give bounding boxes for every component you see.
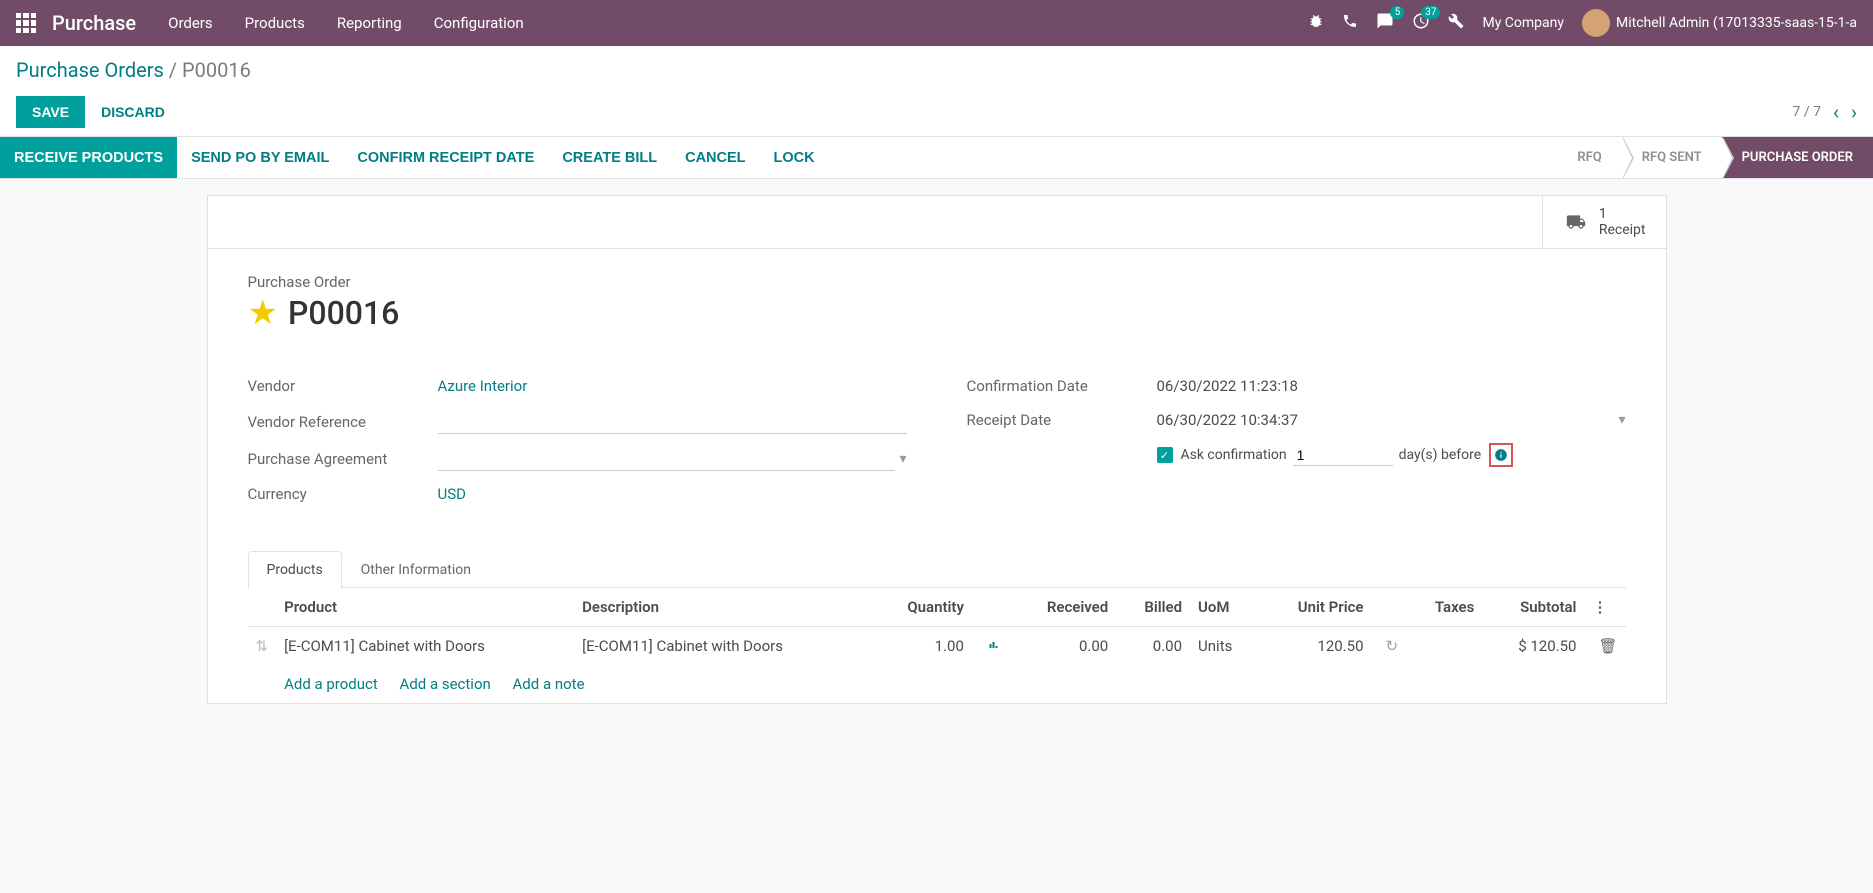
discard-button[interactable]: DISCARD xyxy=(101,104,165,120)
confirm-date-label: Confirmation Date xyxy=(967,377,1157,395)
cell-taxes[interactable] xyxy=(1406,627,1482,666)
vendor-ref-label: Vendor Reference xyxy=(248,413,438,431)
user-name: Mitchell Admin (17013335-saas-15-1-a xyxy=(1616,15,1857,31)
pager-next-icon[interactable]: › xyxy=(1851,100,1857,124)
agreement-label: Purchase Agreement xyxy=(248,450,438,468)
cell-description[interactable]: [E-COM11] Cabinet with Doors xyxy=(574,627,872,666)
days-input[interactable] xyxy=(1293,445,1393,466)
breadcrumb: Purchase Orders / P00016 xyxy=(16,58,1857,82)
cell-quantity[interactable]: 1.00 xyxy=(872,627,972,666)
status-purchase-order[interactable]: PURCHASE ORDER xyxy=(1722,137,1873,178)
chat-icon[interactable]: 5 xyxy=(1376,12,1394,34)
save-button[interactable]: SAVE xyxy=(16,96,85,128)
vendor-ref-input[interactable] xyxy=(438,409,907,434)
forecast-icon[interactable] xyxy=(986,637,1002,655)
activity-icon[interactable]: 37 xyxy=(1412,12,1430,34)
col-subtotal: Subtotal xyxy=(1482,588,1584,627)
status-rfq-sent[interactable]: RFQ SENT xyxy=(1622,137,1722,178)
col-description: Description xyxy=(574,588,872,627)
col-quantity: Quantity xyxy=(872,588,972,627)
receipt-date-label: Receipt Date xyxy=(967,411,1157,429)
cell-subtotal: $ 120.50 xyxy=(1482,627,1584,666)
cell-billed: 0.00 xyxy=(1116,627,1190,666)
po-number: P00016 xyxy=(288,294,399,332)
create-bill-button[interactable]: CREATE BILL xyxy=(548,137,671,178)
pager: 7 / 7 ‹ › xyxy=(1793,100,1858,124)
menu-products[interactable]: Products xyxy=(245,14,305,32)
status-rfq[interactable]: RFQ xyxy=(1557,137,1621,178)
avatar xyxy=(1582,9,1610,37)
table-row[interactable]: ⇅ [E-COM11] Cabinet with Doors [E-COM11]… xyxy=(248,627,1626,666)
cell-product[interactable]: [E-COM11] Cabinet with Doors xyxy=(276,627,574,666)
cell-received: 0.00 xyxy=(1010,627,1116,666)
currency-value[interactable]: USD xyxy=(438,485,907,503)
star-icon[interactable]: ★ xyxy=(248,293,278,333)
company-selector[interactable]: My Company xyxy=(1482,15,1564,31)
vendor-label: Vendor xyxy=(248,377,438,395)
receive-products-button[interactable]: RECEIVE PRODUCTS xyxy=(0,137,177,178)
phone-icon[interactable] xyxy=(1342,13,1358,33)
app-brand[interactable]: Purchase xyxy=(52,11,136,35)
activity-badge: 37 xyxy=(1421,6,1440,19)
col-taxes: Taxes xyxy=(1406,588,1482,627)
menu-configuration[interactable]: Configuration xyxy=(434,14,524,32)
add-product-link[interactable]: Add a product xyxy=(284,675,378,693)
pager-prev-icon[interactable]: ‹ xyxy=(1833,100,1839,124)
currency-label: Currency xyxy=(248,485,438,503)
col-received: Received xyxy=(1010,588,1116,627)
tabs: Products Other Information xyxy=(248,551,1626,588)
form-sheet: 1 Receipt Purchase Order ★ P00016 Vendor… xyxy=(207,195,1667,704)
send-po-email-button[interactable]: SEND PO BY EMAIL xyxy=(177,137,343,178)
apps-icon[interactable] xyxy=(16,13,36,33)
receipt-label: Receipt xyxy=(1599,222,1646,238)
control-panel: Purchase Orders / P00016 SAVE DISCARD 7 … xyxy=(0,46,1873,137)
order-lines-table: Product Description Quantity Received Bi… xyxy=(248,588,1626,703)
info-icon[interactable] xyxy=(1489,443,1513,467)
breadcrumb-current: P00016 xyxy=(182,58,251,82)
refresh-icon[interactable]: ↻ xyxy=(1386,637,1399,655)
menu-reporting[interactable]: Reporting xyxy=(337,14,402,32)
receipt-stat-button[interactable]: 1 Receipt xyxy=(1542,196,1666,248)
action-bar: RECEIVE PRODUCTS SEND PO BY EMAIL CONFIR… xyxy=(0,137,1873,179)
lock-button[interactable]: LOCK xyxy=(760,137,829,178)
col-uom: UoM xyxy=(1190,588,1259,627)
tools-icon[interactable] xyxy=(1448,13,1464,33)
main-menu: Orders Products Reporting Configuration xyxy=(168,14,524,32)
col-product: Product xyxy=(276,588,574,627)
menu-orders[interactable]: Orders xyxy=(168,14,213,32)
trash-icon[interactable]: 🗑 xyxy=(1598,637,1617,655)
add-note-link[interactable]: Add a note xyxy=(513,675,585,693)
pager-text: 7 / 7 xyxy=(1793,104,1821,120)
bug-icon[interactable] xyxy=(1308,13,1324,33)
truck-icon xyxy=(1563,212,1589,232)
cancel-button[interactable]: CANCEL xyxy=(671,137,759,178)
top-nav: Purchase Orders Products Reporting Confi… xyxy=(0,0,1873,46)
tab-products[interactable]: Products xyxy=(248,551,342,588)
title-label: Purchase Order xyxy=(248,273,1626,291)
chevron-down-icon[interactable]: ▾ xyxy=(1618,412,1625,428)
ask-confirmation-label: Ask confirmation xyxy=(1181,447,1287,463)
breadcrumb-parent[interactable]: Purchase Orders xyxy=(16,58,164,82)
user-menu[interactable]: Mitchell Admin (17013335-saas-15-1-a xyxy=(1582,9,1857,37)
chevron-down-icon[interactable]: ▾ xyxy=(899,451,906,467)
drag-handle-icon[interactable]: ⇅ xyxy=(248,627,277,666)
confirm-receipt-date-button[interactable]: CONFIRM RECEIPT DATE xyxy=(343,137,548,178)
col-billed: Billed xyxy=(1116,588,1190,627)
confirm-date-value: 06/30/2022 11:23:18 xyxy=(1157,377,1626,395)
status-bar: RFQ RFQ SENT PURCHASE ORDER xyxy=(1557,137,1873,178)
tab-other-info[interactable]: Other Information xyxy=(342,551,490,588)
ask-confirmation-checkbox[interactable]: ✓ xyxy=(1157,447,1173,463)
agreement-input[interactable] xyxy=(438,446,896,471)
cell-unit-price[interactable]: 120.50 xyxy=(1259,627,1371,666)
add-section-link[interactable]: Add a section xyxy=(400,675,491,693)
vendor-value[interactable]: Azure Interior xyxy=(438,377,907,395)
chat-badge: 5 xyxy=(1390,6,1404,19)
receipt-count: 1 xyxy=(1599,206,1646,222)
receipt-date-value[interactable]: 06/30/2022 10:34:37 xyxy=(1157,411,1615,429)
col-unit-price: Unit Price xyxy=(1259,588,1371,627)
days-suffix: day(s) before xyxy=(1399,447,1482,463)
cell-uom[interactable]: Units xyxy=(1190,627,1259,666)
kebab-icon[interactable]: ⋮ xyxy=(1592,598,1607,616)
